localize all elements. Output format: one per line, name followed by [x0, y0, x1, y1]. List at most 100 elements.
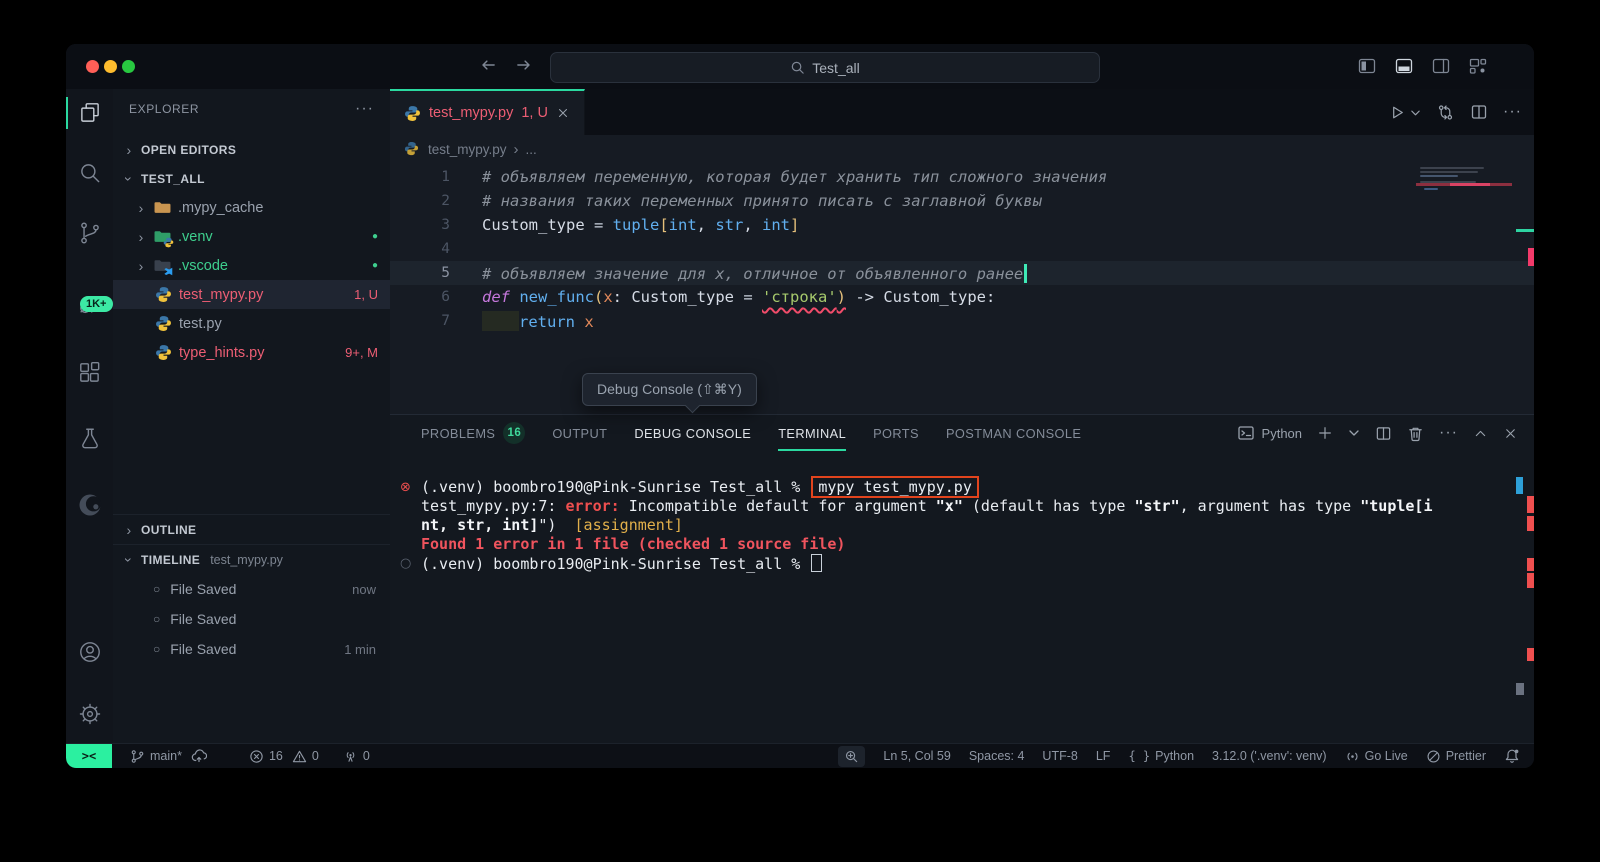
breadcrumb[interactable]: test_mypy.py › ... — [390, 135, 1534, 163]
search-activity-icon[interactable] — [66, 149, 113, 197]
code-line[interactable]: 5# объявляем значение для x, отличное от… — [390, 261, 1534, 285]
chevron-down-icon: › — [121, 173, 137, 185]
editor-more-actions-icon[interactable]: ··· — [1503, 103, 1522, 121]
timeline-circle-icon: ○ — [153, 582, 160, 596]
testing-activity-icon[interactable] — [66, 415, 113, 463]
minimize-window-button[interactable] — [104, 60, 117, 73]
timeline-section[interactable]: › TIMELINE test_mypy.py — [113, 544, 390, 574]
panel-tab-problems[interactable]: PROBLEMS16 — [421, 415, 525, 451]
panel-tab-label: TERMINAL — [778, 426, 846, 441]
timeline-time: now — [352, 582, 376, 597]
code-line[interactable]: 2# названия таких переменных принято пис… — [390, 189, 1534, 213]
indentation-item[interactable]: Spaces: 4 — [969, 749, 1025, 763]
terminal-shell-chip[interactable]: Python — [1237, 424, 1302, 442]
file-row-type-hints-py[interactable]: type_hints.py9+, M — [113, 338, 390, 367]
activity-bar: 1K+ — [66, 89, 114, 744]
run-python-button[interactable] — [1388, 103, 1421, 122]
maximize-window-button[interactable] — [122, 60, 135, 73]
forward-icon[interactable] — [514, 55, 534, 75]
cursor-position-item[interactable]: Ln 5, Col 59 — [883, 749, 950, 763]
prettier-item[interactable]: Prettier — [1426, 749, 1486, 764]
panel-tab-postman-console[interactable]: POSTMAN CONSOLE — [946, 415, 1081, 451]
file-name: .vscode — [178, 258, 228, 274]
file-row--venv[interactable]: ›.venv● — [113, 222, 390, 251]
panel-tab-terminal[interactable]: TERMINAL — [778, 415, 846, 451]
toggle-sidebar-icon[interactable] — [1357, 56, 1377, 76]
ports-status-item[interactable]: 0 — [343, 749, 370, 764]
git-decoration-dot: ● — [372, 231, 378, 242]
python-interpreter-item[interactable]: 3.12.0 ('.venv': venv) — [1212, 749, 1327, 763]
file-row--mypy-cache[interactable]: ›.mypy_cache — [113, 193, 390, 222]
terminal-scrollbar-mark — [1516, 683, 1524, 695]
problems-status-item[interactable]: 16 0 — [249, 749, 319, 764]
notifications-bell-icon[interactable] — [1504, 748, 1520, 764]
terminal-dropdown-icon[interactable] — [1348, 427, 1360, 439]
breadcrumb-file[interactable]: test_mypy.py — [428, 142, 507, 157]
file-row--vscode[interactable]: ›.vscode● — [113, 251, 390, 280]
settings-gear-icon[interactable] — [66, 690, 113, 738]
split-terminal-icon[interactable] — [1375, 425, 1392, 442]
indent-highlight — [482, 311, 519, 331]
file-row-test-py[interactable]: test.py — [113, 309, 390, 338]
python-icon — [404, 141, 421, 158]
code-line[interactable]: 3Custom_type = tuple[int, str, int] — [390, 213, 1534, 237]
terminal-shell-label: Python — [1262, 426, 1302, 441]
timeline-item[interactable]: ○File Saved — [113, 604, 390, 634]
timeline-item[interactable]: ○ File Saved now — [113, 574, 390, 604]
panel-tab-ports[interactable]: PORTS — [873, 415, 919, 451]
explorer-more-actions-icon[interactable]: ··· — [355, 100, 374, 118]
remote-indicator[interactable]: >< — [66, 744, 112, 768]
split-editor-icon[interactable] — [1470, 103, 1488, 121]
zoom-status-item[interactable] — [838, 746, 865, 767]
terminal-output[interactable]: ⊗(.venv) boombro190@Pink-Sunrise Test_al… — [421, 478, 1488, 574]
toggle-secondary-sidebar-icon[interactable] — [1431, 56, 1451, 76]
root-folder-section[interactable]: › TEST_ALL — [113, 164, 390, 193]
kill-terminal-icon[interactable] — [1407, 425, 1424, 442]
back-icon[interactable] — [478, 55, 498, 75]
open-editors-section[interactable]: › OPEN EDITORS — [113, 135, 390, 164]
language-mode-item[interactable]: { } Python — [1128, 749, 1194, 763]
file-row-test-mypy-py[interactable]: test_mypy.py1, U — [113, 280, 390, 309]
encoding-item[interactable]: UTF-8 — [1042, 749, 1077, 763]
code-line[interactable]: 4 — [390, 237, 1534, 261]
code-line-content: # объявляем значение для x, отличное от … — [450, 264, 1027, 283]
panel-tab-debug-console[interactable]: DEBUG CONSOLE — [634, 415, 751, 451]
code-editor[interactable]: 1# объявляем переменную, которая будет х… — [390, 165, 1534, 333]
code-line[interactable]: 1# объявляем переменную, которая будет х… — [390, 165, 1534, 189]
vscode-folder-icon — [154, 257, 171, 274]
breadcrumb-more[interactable]: ... — [526, 142, 537, 157]
close-window-button[interactable] — [86, 60, 99, 73]
minimap-error-line — [1416, 183, 1512, 186]
panel-more-actions-icon[interactable]: ··· — [1439, 424, 1458, 442]
python-icon — [155, 315, 172, 332]
customize-layout-icon[interactable] — [1468, 56, 1488, 76]
close-panel-icon[interactable] — [1503, 426, 1518, 441]
maximize-panel-icon[interactable] — [1473, 426, 1488, 441]
extensions-activity-icon[interactable] — [66, 349, 113, 397]
command-center-search[interactable]: Test_all — [550, 52, 1100, 83]
outline-section[interactable]: › OUTLINE — [113, 514, 390, 544]
timeline-item[interactable]: ○File Saved1 min — [113, 634, 390, 664]
account-activity-icon[interactable] — [66, 628, 113, 676]
explorer-activity-icon[interactable] — [66, 89, 113, 137]
timeline-label: File Saved — [170, 581, 236, 597]
source-control-graph-icon[interactable] — [1436, 103, 1455, 122]
eol-item[interactable]: LF — [1096, 749, 1111, 763]
toggle-panel-icon[interactable] — [1394, 56, 1414, 76]
circular-extension-icon[interactable] — [66, 481, 113, 529]
timeline-label: File Saved — [170, 641, 236, 657]
editor-tab-bar: test_mypy.py 1, U ··· — [390, 89, 1534, 135]
code-line-content: # объявляем переменную, которая будет хр… — [450, 168, 1107, 186]
panel-tab-output[interactable]: OUTPUT — [552, 415, 607, 451]
terminal-mark — [1527, 558, 1534, 571]
code-line[interactable]: 7return x — [390, 309, 1534, 333]
status-bar: >< main* 16 0 0 Ln 5, Col 59 Spaces: 4 U… — [66, 743, 1534, 768]
tab-test-mypy[interactable]: test_mypy.py 1, U — [390, 89, 585, 135]
panel-tab-label: PROBLEMS — [421, 426, 495, 441]
source-control-activity-icon[interactable] — [66, 209, 113, 257]
git-branch-item[interactable]: main* — [130, 748, 207, 764]
code-line[interactable]: 6def new_func(x: Custom_type = 'строка')… — [390, 285, 1534, 309]
new-terminal-icon[interactable] — [1317, 425, 1333, 441]
close-tab-icon[interactable] — [556, 106, 570, 120]
go-live-item[interactable]: Go Live — [1345, 749, 1408, 764]
